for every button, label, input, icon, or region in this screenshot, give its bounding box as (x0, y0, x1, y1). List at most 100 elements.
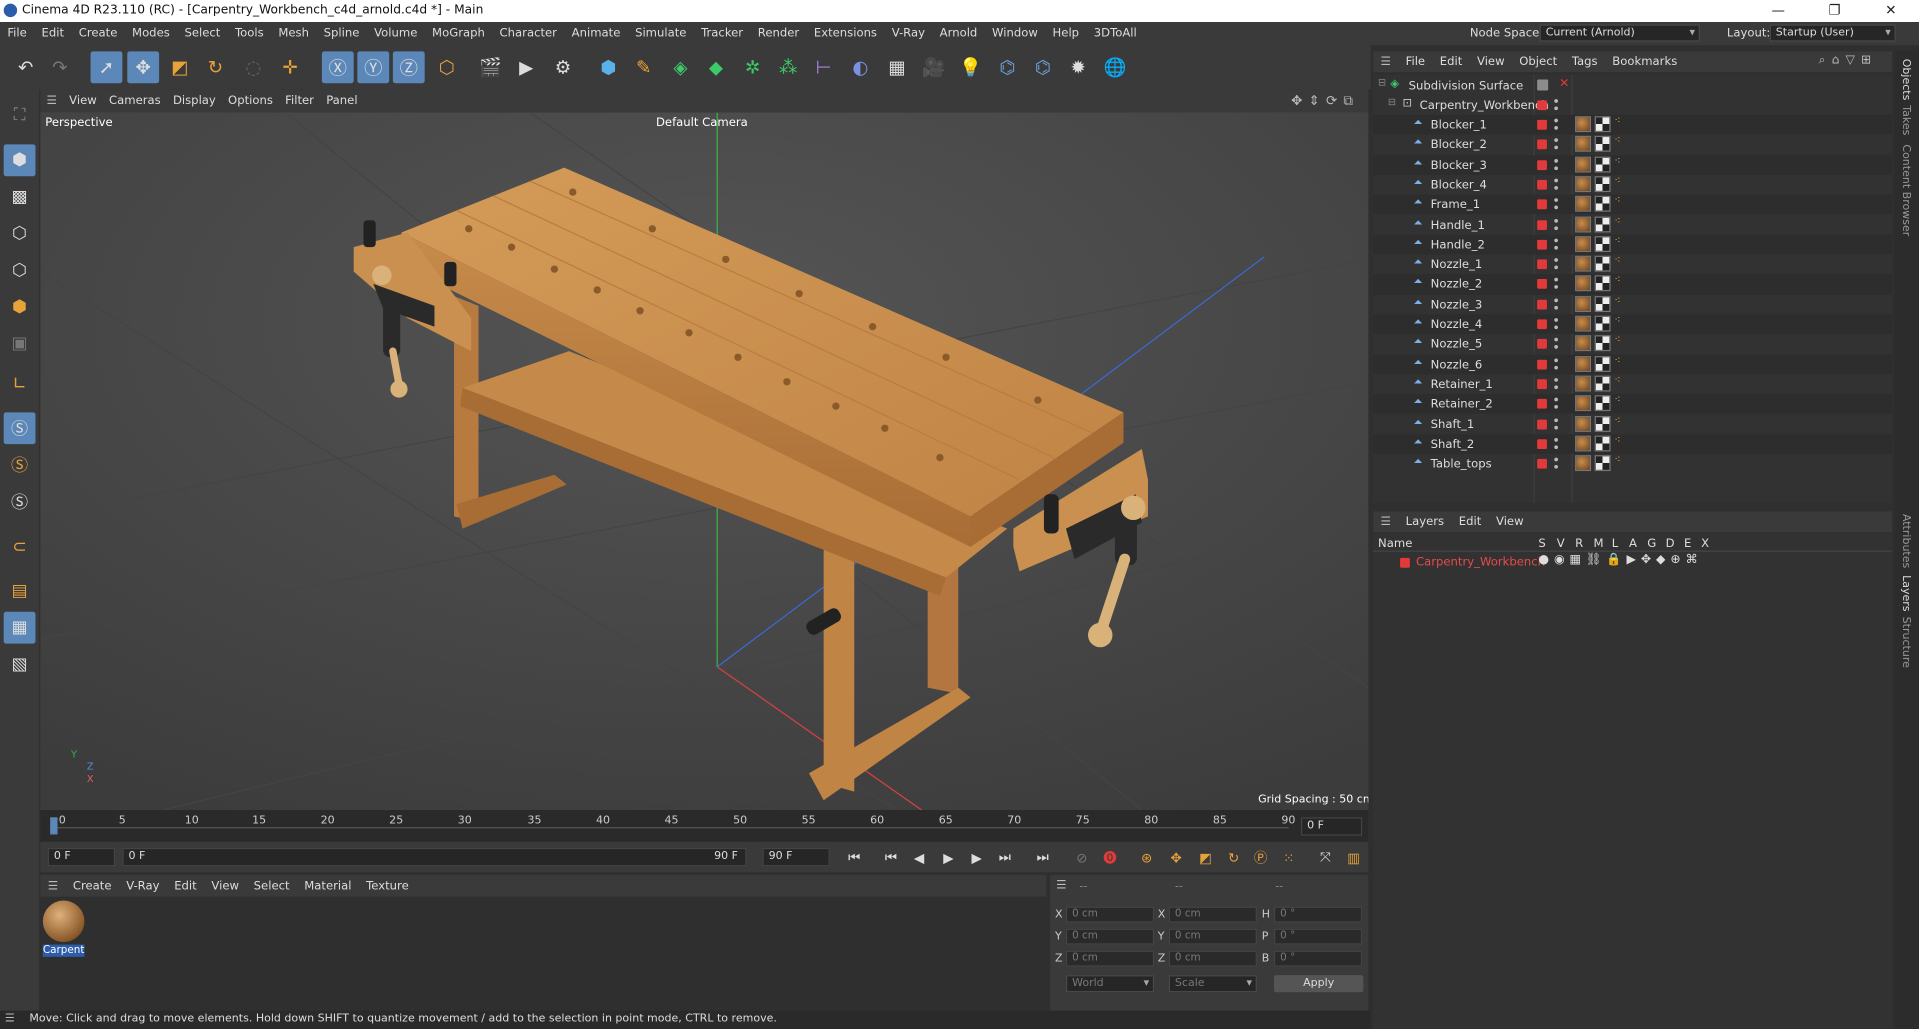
position-z-field[interactable]: 0 cm (1065, 950, 1155, 967)
render-visibility-icon[interactable] (1554, 305, 1558, 310)
autokey-icon[interactable]: ⓿ (1099, 847, 1121, 869)
object-row-nozzle-3[interactable]: ⏶ Nozzle_3 ⁖ (1373, 294, 1892, 314)
layer-menu-view[interactable]: View (1489, 515, 1531, 528)
layer-color-icon[interactable] (1537, 119, 1547, 130)
object-row-retainer-2[interactable]: ⏶ Retainer_2 ⁖ (1373, 394, 1893, 415)
position-x-field[interactable]: 0 cm (1065, 906, 1155, 923)
menu-mesh[interactable]: Mesh (271, 27, 316, 40)
quantize-icon[interactable]: Ⓢ (4, 486, 36, 518)
render-region-icon[interactable]: 🎬 (475, 51, 507, 83)
maximize-button[interactable]: ❐ (1806, 0, 1862, 22)
material-tag-icon[interactable] (1575, 375, 1592, 392)
size-mode-dropdown[interactable]: Scale (1168, 975, 1257, 993)
render-visibility-icon[interactable] (1554, 165, 1558, 170)
spline-pen-icon[interactable]: ✎ (628, 51, 660, 83)
uvw-tag-icon[interactable] (1594, 116, 1611, 133)
menu-tools[interactable]: Tools (228, 27, 271, 40)
edges-mode-icon[interactable]: ⬡ (4, 254, 36, 286)
render-visibility-icon[interactable] (1554, 425, 1558, 429)
viewport-menu-display[interactable]: Display (167, 94, 222, 107)
snap-icon[interactable]: Ⓢ (3, 412, 36, 445)
object-menu-edit[interactable]: Edit (1432, 55, 1469, 68)
editor-visibility-icon[interactable] (1554, 318, 1558, 322)
3d-viewport[interactable]: Perspective Default Camera Grid Spacing … (40, 112, 1369, 810)
object-row-handle-1[interactable]: ⏶ Handle_1 ⁖ (1373, 215, 1892, 235)
viewport-menu-cameras[interactable]: Cameras (103, 94, 167, 107)
camera-label[interactable]: Default Camera (656, 116, 748, 129)
key-parameter-icon[interactable]: Ⓟ (1250, 847, 1272, 869)
goto-start-icon[interactable]: ⏮ (843, 847, 865, 869)
viewport-nav-icons[interactable]: ✥⇕⟳⧉ (1291, 93, 1359, 110)
editor-visibility-icon[interactable] (1554, 397, 1558, 402)
coordinate-system-icon[interactable]: ⬡ (431, 51, 463, 83)
size-y-field[interactable]: 0 cm (1168, 928, 1257, 945)
mograph-icon[interactable]: ⁂ (772, 51, 804, 83)
object-menu-file[interactable]: File (1398, 55, 1432, 68)
phong-tag-icon[interactable]: ⁖ (1614, 135, 1630, 151)
menu-volume[interactable]: Volume (367, 27, 425, 40)
render-visibility-icon[interactable] (1554, 345, 1558, 350)
side-tab-takes[interactable]: Takes (1899, 105, 1911, 135)
layer-color-icon[interactable] (1537, 279, 1547, 290)
workplane-icon[interactable]: ▤ (4, 575, 36, 607)
prev-frame-icon[interactable]: ◀ (908, 847, 930, 869)
uvw-tag-icon[interactable] (1594, 455, 1611, 472)
layer-menu-layers[interactable]: Layers (1398, 515, 1451, 528)
layer-color-icon[interactable] (1537, 379, 1547, 389)
uvw-tag-icon[interactable] (1594, 235, 1611, 252)
menu-animate[interactable]: Animate (564, 27, 627, 40)
subdivision-icon[interactable]: ◈ (665, 51, 697, 83)
menu-select[interactable]: Select (177, 27, 228, 40)
material-tag-icon[interactable] (1575, 435, 1592, 452)
phong-tag-icon[interactable]: ⁖ (1614, 394, 1630, 410)
field-icon[interactable]: ◐ (844, 51, 876, 83)
uv-mode-icon[interactable]: ▣ (4, 328, 36, 360)
floor-icon[interactable]: ▦ (881, 51, 913, 83)
material-tag-icon[interactable] (1575, 255, 1592, 272)
editor-visibility-icon[interactable] (1554, 118, 1558, 123)
minimize-button[interactable]: — (1750, 0, 1806, 22)
phong-tag-icon[interactable]: ⁖ (1614, 374, 1630, 390)
phong-tag-icon[interactable]: ⁖ (1614, 354, 1630, 370)
phong-tag-icon[interactable]: ⁖ (1614, 334, 1630, 350)
object-row-retainer-1[interactable]: ⏶ Retainer_1 ⁖ (1373, 374, 1892, 394)
render-visibility-icon[interactable] (1554, 445, 1558, 449)
menu-render[interactable]: Render (750, 27, 806, 40)
menu-character[interactable]: Character (492, 27, 564, 40)
disable-x-icon[interactable]: ✕ (1559, 77, 1569, 90)
axis-mode-icon[interactable]: ∟ (4, 368, 36, 400)
size-x-field[interactable]: 0 cm (1168, 906, 1257, 923)
x-axis-icon[interactable]: Ⓧ (321, 51, 354, 84)
cloner-icon[interactable]: ✲ (737, 51, 769, 83)
viewport-menu-icon[interactable]: ☰ (40, 94, 63, 107)
object-row-shaft-1[interactable]: ⏶ Shaft_1 ⁖ (1373, 414, 1892, 434)
viewport-menu-view[interactable]: View (63, 94, 103, 107)
material-tag-icon[interactable] (1575, 176, 1592, 192)
phong-tag-icon[interactable]: ⁖ (1614, 255, 1630, 271)
render-visibility-icon[interactable] (1554, 265, 1558, 270)
material-tag-icon[interactable] (1575, 136, 1592, 153)
menu-window[interactable]: Window (985, 27, 1046, 40)
object-row-nozzle-5[interactable]: ⏶ Nozzle_5 ⁖ (1373, 334, 1892, 354)
menu-simulate[interactable]: Simulate (628, 27, 694, 40)
add-tool-icon[interactable]: ✛ (274, 51, 306, 83)
apply-button[interactable]: Apply (1274, 975, 1364, 993)
material-swatch[interactable]: Carpentr (42, 900, 85, 959)
key-pla-icon[interactable]: ⁙ (1278, 847, 1300, 869)
make-editable-icon[interactable]: ⛶ (4, 99, 36, 131)
object-row-handle-2[interactable]: ⏶ Handle_2 ⁖ (1373, 234, 1893, 255)
phong-tag-icon[interactable]: ⁖ (1614, 454, 1630, 470)
layer-menu-icon[interactable]: ☰ (1373, 515, 1398, 528)
layer-color-icon[interactable] (1537, 399, 1547, 409)
position-y-field[interactable]: 0 cm (1065, 928, 1155, 945)
model-mode-icon[interactable]: ⬢ (3, 144, 36, 177)
object-row-frame-1[interactable]: ⏶ Frame_1 ⁖ (1373, 194, 1893, 215)
menu-help[interactable]: Help (1045, 27, 1086, 40)
layer-color-icon[interactable] (1537, 139, 1547, 150)
scale-tool-icon[interactable]: ◩ (164, 51, 196, 83)
size-z-field[interactable]: 0 cm (1168, 950, 1257, 967)
polygons-mode-icon[interactable]: ⬢ (4, 291, 36, 323)
start-frame-field[interactable]: 0 F (47, 847, 116, 867)
side-tab-structure[interactable]: Structure (1899, 617, 1911, 668)
layer-color-icon[interactable] (1537, 159, 1547, 170)
